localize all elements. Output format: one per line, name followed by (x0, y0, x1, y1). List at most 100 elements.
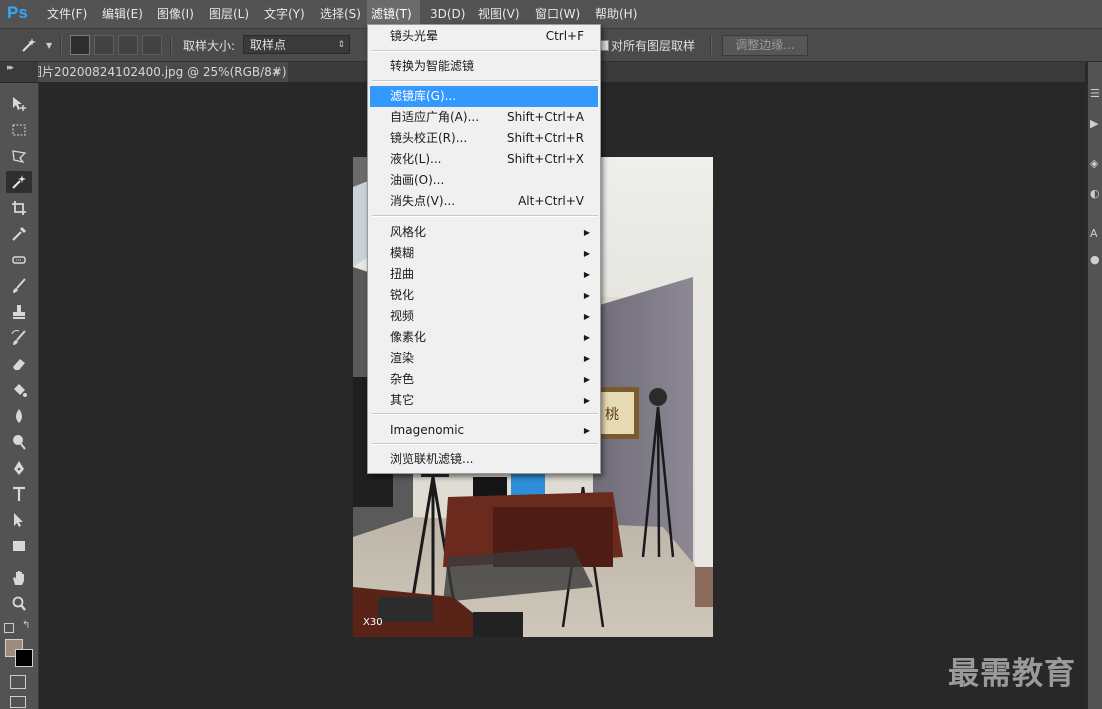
menu-item-shortcut: Shift+Ctrl+R (506, 131, 584, 145)
menu-item-distort[interactable]: 扭曲 ▶ (370, 264, 598, 285)
menu-divider (372, 413, 598, 415)
close-tab-icon[interactable]: × (272, 62, 281, 82)
magic-wand-preset-icon[interactable] (20, 36, 38, 54)
document-tab-title: 图片20200824102400.jpg @ 25%(RGB/8#) * (38, 65, 288, 79)
menu-item-label: 风格化 (390, 225, 427, 239)
new-selection-button[interactable] (70, 35, 90, 55)
filter-menu-dropdown: 镜头光晕 Ctrl+F 转换为智能滤镜 滤镜库(G)... 自适应广角(A)..… (367, 24, 601, 474)
rectangle-tool-icon[interactable] (6, 535, 32, 557)
pen-tool-icon[interactable] (6, 457, 32, 479)
eyedropper-tool-icon[interactable] (6, 223, 32, 245)
watermark-text: 最需教育 (948, 656, 1076, 692)
menu-item-lens-flare[interactable]: 镜头光晕 Ctrl+F (370, 26, 598, 47)
blur-tool-icon[interactable] (6, 405, 32, 427)
menu-item-label: 转换为智能滤镜 (390, 59, 475, 73)
paint-bucket-tool-icon[interactable] (6, 379, 32, 401)
healing-brush-tool-icon[interactable] (6, 249, 32, 271)
submenu-arrow-icon: ▶ (583, 228, 590, 237)
intersect-selection-button[interactable] (142, 35, 162, 55)
menu-item-browse-online-filters[interactable]: 浏览联机滤镜... (370, 449, 598, 470)
submenu-arrow-icon: ▶ (583, 396, 590, 405)
refine-edge-button[interactable]: 调整边缘... (722, 35, 808, 56)
menu-divider (372, 80, 598, 82)
adjustments-panel-icon[interactable]: ◐ (1090, 188, 1100, 200)
photo-caption: X30 (363, 617, 383, 628)
sample-size-value: 取样点 (250, 38, 287, 52)
sample-size-label: 取样大小: (183, 39, 236, 53)
menu-item-label: 视频 (390, 309, 415, 323)
menu-item-label: 镜头校正(R)... (390, 131, 468, 145)
menu-item-sharpen[interactable]: 锐化 ▶ (370, 285, 598, 306)
menu-item-filter-gallery[interactable]: 滤镜库(G)... (370, 86, 598, 107)
divider (60, 35, 62, 55)
menu-item-label: 液化(L)... (390, 152, 442, 166)
paragraph-panel-icon[interactable]: ● (1090, 254, 1100, 266)
menu-type[interactable]: 文字(Y) (260, 0, 309, 28)
menu-file[interactable]: 文件(F) (43, 0, 91, 28)
menu-item-video[interactable]: 视频 ▶ (370, 306, 598, 327)
tools-panel: ↰ (0, 83, 39, 709)
menu-item-blur[interactable]: 模糊 ▶ (370, 243, 598, 264)
menu-item-label: 油画(O)... (390, 173, 445, 187)
menu-item-label: 渲染 (390, 351, 415, 365)
eraser-tool-icon[interactable] (6, 353, 32, 375)
crop-tool-icon[interactable] (6, 197, 32, 219)
lasso-tool-icon[interactable] (6, 145, 32, 167)
hand-tool-icon[interactable] (6, 567, 32, 589)
divider (170, 35, 172, 55)
type-tool-icon[interactable] (6, 483, 32, 505)
subtract-selection-button[interactable] (118, 35, 138, 55)
layers-panel-icon[interactable]: ◈ (1090, 158, 1100, 170)
menu-select[interactable]: 选择(S) (316, 0, 365, 28)
menu-layer[interactable]: 图层(L) (205, 0, 253, 28)
menu-item-convert-smart-filter[interactable]: 转换为智能滤镜 (370, 56, 598, 77)
menu-item-adaptive-wide-angle[interactable]: 自适应广角(A)... Shift+Ctrl+A (370, 107, 598, 128)
collapse-panel-icon[interactable]: ▸▸ (7, 63, 14, 73)
screen-mode-icon[interactable] (10, 696, 26, 708)
menu-item-lens-correction[interactable]: 镜头校正(R)... Shift+Ctrl+R (370, 128, 598, 149)
marquee-tool-icon[interactable] (6, 119, 32, 141)
character-panel-icon[interactable]: A (1090, 228, 1100, 240)
dodge-tool-icon[interactable] (6, 431, 32, 453)
menu-item-vanishing-point[interactable]: 消失点(V)... Alt+Ctrl+V (370, 191, 598, 212)
menu-image[interactable]: 图像(I) (153, 0, 198, 28)
magic-wand-tool-icon[interactable] (6, 171, 32, 193)
menu-item-label: 模糊 (390, 246, 415, 260)
actions-panel-icon[interactable]: ▶ (1090, 118, 1100, 130)
submenu-arrow-icon: ▶ (583, 426, 590, 435)
menu-item-imagenomic[interactable]: Imagenomic ▶ (370, 420, 598, 441)
menu-item-shortcut: Ctrl+F (545, 29, 584, 43)
menu-item-pixelate[interactable]: 像素化 ▶ (370, 327, 598, 348)
swap-colors-icon[interactable]: ↰ (22, 620, 30, 631)
preset-dropdown-icon[interactable]: ▼ (46, 41, 52, 50)
menu-edit[interactable]: 编辑(E) (98, 0, 147, 28)
brush-tool-icon[interactable] (6, 275, 32, 297)
menu-divider (372, 50, 598, 52)
menu-item-render[interactable]: 渲染 ▶ (370, 348, 598, 369)
menu-item-label: 镜头光晕 (390, 29, 439, 43)
history-panel-icon[interactable]: ☰ (1090, 88, 1100, 100)
menu-item-oil-paint[interactable]: 油画(O)... (370, 170, 598, 191)
document-tab[interactable]: 图片20200824102400.jpg @ 25%(RGB/8#) * (38, 62, 288, 82)
submenu-arrow-icon: ▶ (583, 375, 590, 384)
quick-mask-icon[interactable] (10, 675, 26, 689)
submenu-arrow-icon: ▶ (583, 312, 590, 321)
menu-item-liquify[interactable]: 液化(L)... Shift+Ctrl+X (370, 149, 598, 170)
zoom-tool-icon[interactable] (6, 593, 32, 615)
path-selection-tool-icon[interactable] (6, 509, 32, 531)
right-panel-dock: ☰ ▶ ◈ ◐ A ● (1088, 62, 1102, 709)
history-brush-tool-icon[interactable] (6, 327, 32, 349)
sample-size-select[interactable]: 取样点 ⇕ (243, 35, 350, 54)
menu-item-noise[interactable]: 杂色 ▶ (370, 369, 598, 390)
background-color-swatch[interactable] (15, 649, 33, 667)
menu-item-label: 杂色 (390, 372, 415, 386)
menu-item-label: 滤镜库(G)... (390, 89, 457, 103)
menu-item-label: 像素化 (390, 330, 427, 344)
menu-item-stylize[interactable]: 风格化 ▶ (370, 222, 598, 243)
clone-stamp-tool-icon[interactable] (6, 301, 32, 323)
photoshop-logo: Ps (7, 3, 28, 22)
add-selection-button[interactable] (94, 35, 114, 55)
default-colors-icon[interactable] (4, 623, 14, 633)
menu-item-other[interactable]: 其它 ▶ (370, 390, 598, 411)
move-tool-icon[interactable] (6, 93, 32, 115)
